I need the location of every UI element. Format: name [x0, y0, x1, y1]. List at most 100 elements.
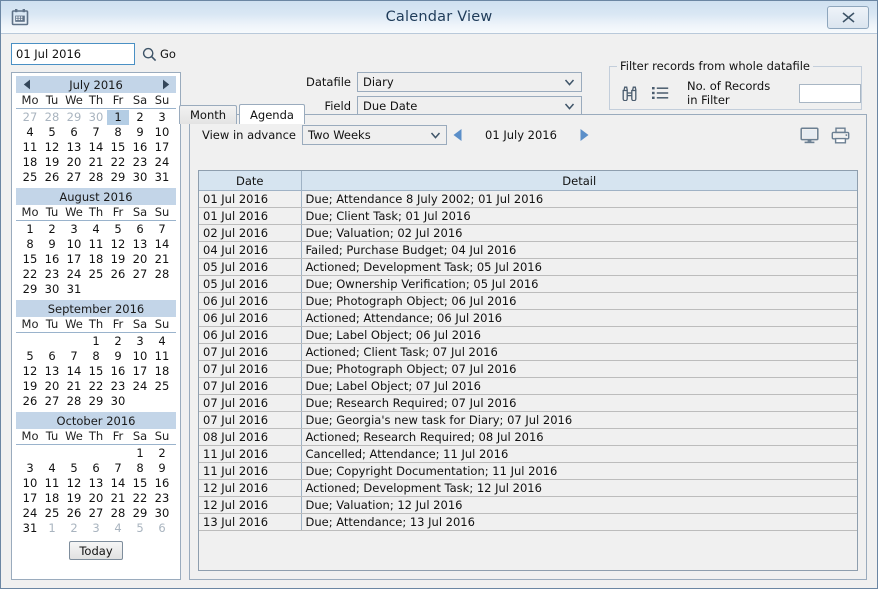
table-row[interactable]: 13 Jul 2016 Due; Attendance; 13 Jul 2016: [199, 513, 857, 531]
go-button[interactable]: Go: [142, 47, 176, 62]
date-input[interactable]: [11, 43, 135, 65]
day-cell[interactable]: 29: [129, 506, 151, 521]
day-cell[interactable]: 9: [151, 461, 173, 476]
day-cell[interactable]: 21: [151, 252, 173, 267]
day-cell[interactable]: 30: [129, 170, 151, 185]
day-cell[interactable]: 3: [151, 110, 173, 125]
today-button[interactable]: Today: [69, 541, 123, 560]
day-cell[interactable]: 17: [63, 252, 85, 267]
day-cell[interactable]: 3: [63, 222, 85, 237]
day-cell[interactable]: 14: [151, 237, 173, 252]
table-row[interactable]: 05 Jul 2016 Due; Ownership Verification; …: [199, 275, 857, 293]
day-cell[interactable]: 17: [19, 491, 41, 506]
table-row[interactable]: 12 Jul 2016 Due; Valuation; 12 Jul 2016: [199, 496, 857, 514]
prev-period-button[interactable]: [447, 125, 469, 145]
day-cell[interactable]: 6: [41, 349, 63, 364]
day-cell[interactable]: 18: [85, 252, 107, 267]
day-cell[interactable]: 5: [41, 125, 63, 140]
table-row[interactable]: 06 Jul 2016 Due; Photograph Object; 06 Ju…: [199, 292, 857, 310]
day-cell[interactable]: 1: [19, 222, 41, 237]
field-select[interactable]: Due Date: [357, 96, 582, 116]
day-cell[interactable]: 18: [151, 364, 173, 379]
tab-agenda[interactable]: Agenda: [239, 104, 305, 124]
filter-count-input[interactable]: [799, 83, 861, 103]
day-cell[interactable]: 6: [85, 461, 107, 476]
table-row[interactable]: 04 Jul 2016 Failed; Purchase Budget; 04 J…: [199, 241, 857, 259]
day-cell[interactable]: 5: [19, 349, 41, 364]
table-row[interactable]: 01 Jul 2016 Due; Client Task; 01 Jul 2016: [199, 207, 857, 225]
day-cell[interactable]: 12: [107, 237, 129, 252]
day-cell[interactable]: 31: [63, 282, 85, 297]
day-cell-adjacent[interactable]: 2: [63, 521, 85, 536]
day-cell[interactable]: 4: [151, 334, 173, 349]
day-cell[interactable]: 22: [85, 379, 107, 394]
prev-month-button[interactable]: [18, 76, 36, 93]
day-cell[interactable]: 17: [151, 140, 173, 155]
day-cell[interactable]: 14: [107, 476, 129, 491]
day-cell[interactable]: 5: [63, 461, 85, 476]
table-row[interactable]: 06 Jul 2016 Due; Label Object; 06 Jul 201…: [199, 326, 857, 344]
day-cell-adjacent[interactable]: 27: [19, 110, 41, 125]
day-cell[interactable]: 1: [129, 446, 151, 461]
day-cell[interactable]: 28: [63, 394, 85, 409]
day-cell[interactable]: 7: [107, 461, 129, 476]
day-cell[interactable]: 2: [129, 110, 151, 125]
day-cell-adjacent[interactable]: 5: [129, 521, 151, 536]
day-cell[interactable]: 27: [41, 394, 63, 409]
day-cell[interactable]: 22: [107, 155, 129, 170]
day-cell[interactable]: 25: [19, 170, 41, 185]
day-cell[interactable]: 15: [129, 476, 151, 491]
day-cell-adjacent[interactable]: 4: [107, 521, 129, 536]
day-cell[interactable]: 27: [129, 267, 151, 282]
tab-month[interactable]: Month: [179, 105, 238, 124]
day-cell[interactable]: 23: [107, 379, 129, 394]
day-cell[interactable]: 11: [151, 349, 173, 364]
day-cell[interactable]: 28: [107, 506, 129, 521]
day-cell[interactable]: 12: [41, 140, 63, 155]
day-cell[interactable]: 24: [63, 267, 85, 282]
day-cell[interactable]: 26: [19, 394, 41, 409]
day-cell[interactable]: 3: [19, 461, 41, 476]
list-icon[interactable]: [652, 86, 669, 100]
day-cell[interactable]: 31: [19, 521, 41, 536]
day-cell[interactable]: 22: [129, 491, 151, 506]
day-cell[interactable]: 15: [107, 140, 129, 155]
table-row[interactable]: 08 Jul 2016 Actioned; Research Required; …: [199, 428, 857, 446]
day-cell[interactable]: 10: [19, 476, 41, 491]
day-cell-adjacent[interactable]: 28: [41, 110, 63, 125]
day-cell[interactable]: 11: [19, 140, 41, 155]
day-cell[interactable]: 4: [41, 461, 63, 476]
day-cell[interactable]: 20: [41, 379, 63, 394]
table-row[interactable]: 01 Jul 2016 Due; Attendance 8 July 2002; …: [199, 190, 857, 208]
day-cell[interactable]: 9: [41, 237, 63, 252]
day-cell[interactable]: 11: [41, 476, 63, 491]
day-cell[interactable]: 27: [85, 506, 107, 521]
day-cell[interactable]: 9: [129, 125, 151, 140]
day-cell[interactable]: 6: [63, 125, 85, 140]
day-cell[interactable]: 6: [129, 222, 151, 237]
day-cell[interactable]: 19: [19, 379, 41, 394]
day-cell[interactable]: 7: [151, 222, 173, 237]
day-cell[interactable]: 21: [63, 379, 85, 394]
day-cell[interactable]: 19: [41, 155, 63, 170]
column-header-detail[interactable]: Detail: [301, 171, 857, 191]
close-button[interactable]: [827, 6, 869, 29]
day-cell[interactable]: 9: [107, 349, 129, 364]
day-cell[interactable]: 16: [151, 476, 173, 491]
day-cell[interactable]: 30: [107, 394, 129, 409]
day-cell-selected[interactable]: 1: [107, 110, 129, 125]
day-cell[interactable]: 24: [151, 155, 173, 170]
day-cell[interactable]: 26: [63, 506, 85, 521]
day-cell[interactable]: 28: [85, 170, 107, 185]
day-cell[interactable]: 14: [63, 364, 85, 379]
day-cell[interactable]: 20: [129, 252, 151, 267]
day-cell[interactable]: 7: [63, 349, 85, 364]
day-cell[interactable]: 10: [63, 237, 85, 252]
datafile-select[interactable]: Diary: [357, 72, 582, 92]
day-cell[interactable]: 2: [107, 334, 129, 349]
day-cell[interactable]: 1: [85, 334, 107, 349]
day-cell[interactable]: 13: [85, 476, 107, 491]
day-cell[interactable]: 29: [19, 282, 41, 297]
table-row[interactable]: 11 Jul 2016 Due; Copyright Documentation;…: [199, 462, 857, 480]
table-row[interactable]: 07 Jul 2016 Due; Photograph Object; 07 Ju…: [199, 360, 857, 378]
